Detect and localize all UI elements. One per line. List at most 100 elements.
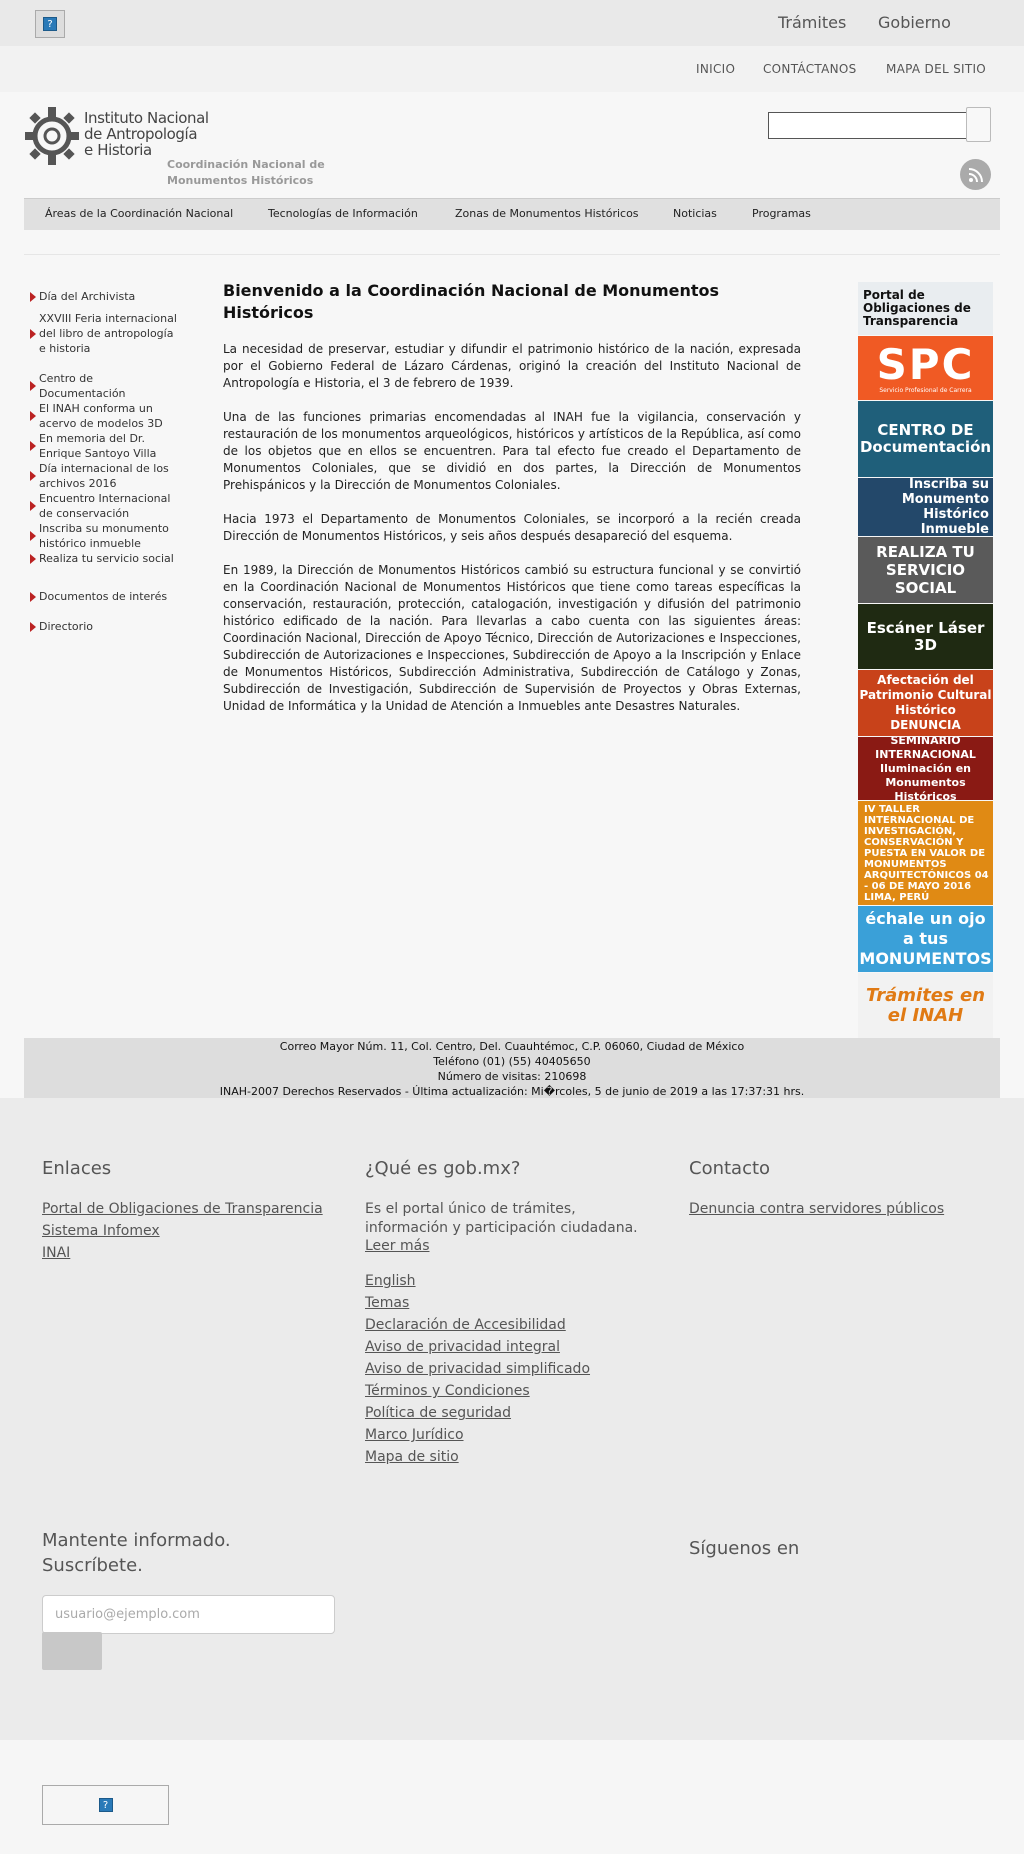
sidebar-item-modelos-3d[interactable]: El INAH conforma un acervo de modelos 3D [28, 401, 178, 431]
footer-title-enlaces: Enlaces [42, 1158, 112, 1179]
banner-subtext: Servicio Profesional de Carrera [879, 386, 972, 394]
secondary-nav: INICIO CONTÁCTANOS MAPA DEL SITIO [0, 46, 1024, 92]
banner-centro-documentacion[interactable]: CENTRO DE Documentación [858, 401, 993, 477]
footer-address: Correo Mayor Núm. 11, Col. Centro, Del. … [279, 1040, 745, 1053]
subtitle-line: Coordinación Nacional de [167, 158, 325, 171]
footer-visits: Número de visitas: 210698 [437, 1070, 587, 1083]
menu-item-noticias[interactable]: Noticias [673, 207, 717, 220]
logo-line: Instituto Nacional [84, 109, 209, 127]
banner-servicio-social[interactable]: REALIZA TU SERVICIO SOCIAL [858, 537, 993, 603]
newsletter-title-line: Mantente informado. [42, 1530, 231, 1551]
divider [24, 254, 1000, 255]
footer-phone: Teléfono (01) (55) 40405650 [433, 1055, 591, 1068]
footer-link-transparencia[interactable]: Portal de Obligaciones de Transparencia [42, 1201, 323, 1217]
nav-link-mapa-sitio[interactable]: MAPA DEL SITIO [886, 62, 986, 76]
footer-link-inai[interactable]: INAI [42, 1245, 70, 1261]
sidebar-item-encuentro-conservacion[interactable]: Encuentro Internacional de conservación [28, 491, 178, 521]
newsletter-email-input[interactable]: usuario@ejemplo.com [42, 1595, 335, 1634]
footer-link-accesibilidad[interactable]: Declaración de Accesibilidad [365, 1317, 566, 1333]
main-menu: Áreas de la Coordinación Nacional Tecnol… [24, 198, 1000, 230]
gob-footer: Enlaces Portal de Obligaciones de Transp… [0, 1098, 1024, 1740]
footer-link-privacidad-simplificado[interactable]: Aviso de privacidad simplificado [365, 1361, 590, 1377]
logo-line: de Antropología [84, 125, 198, 143]
footer-copyright: INAH-2007 Derechos Reservados - Última a… [219, 1085, 805, 1098]
search-button[interactable] [966, 107, 991, 142]
banner-text: IV TALLER INTERNACIONAL DE INVESTIGACIÓN… [864, 803, 989, 903]
nav-link-contactanos[interactable]: CONTÁCTANOS [763, 62, 857, 76]
sidebar-item-memoria-santoyo[interactable]: En memoria del Dr. Enrique Santoyo Villa [28, 431, 178, 461]
menu-item-zonas[interactable]: Zonas de Monumentos Históricos [455, 207, 639, 220]
banner-transparencia[interactable]: Portal de Obligaciones de Transparencia [858, 282, 993, 335]
banner-inscriba-monumento[interactable]: Inscriba su Monumento Histórico Inmueble [858, 478, 993, 536]
site-footer: Correo Mayor Núm. 11, Col. Centro, Del. … [24, 1038, 1000, 1098]
inah-emblem-icon [25, 107, 79, 165]
sidebar-item-centro-documentacion[interactable]: Centro de Documentación [28, 371, 178, 401]
inah-logo-text: Instituto Nacional de Antropología e His… [84, 110, 209, 158]
banner-escaner-laser[interactable]: Escáner Láser 3D [858, 604, 993, 669]
footer-link-english[interactable]: English [365, 1273, 416, 1289]
menu-item-programas[interactable]: Programas [752, 207, 811, 220]
article-paragraph: Una de las funciones primarias encomenda… [223, 410, 801, 492]
sidebar-item-dia-archivos[interactable]: Día internacional de los archivos 2016 [28, 461, 178, 491]
banner-text: REALIZA TU SERVICIO SOCIAL [876, 543, 975, 597]
banner-text: échale un ojo a tus MONUMENTOS [859, 909, 992, 968]
banner-text: Trámites en el INAH [865, 984, 986, 1026]
main-article: Bienvenido a la Coordinación Nacional de… [223, 280, 801, 732]
banner-text: Escáner Láser 3D [866, 618, 985, 654]
sidebar-item-servicio-social[interactable]: Realiza tu servicio social [28, 551, 178, 566]
logo-line: e Historia [84, 141, 152, 159]
footer-que-es-text: Es el portal único de trámites, informac… [365, 1201, 638, 1236]
banner-taller-internacional[interactable]: IV TALLER INTERNACIONAL DE INVESTIGACIÓN… [858, 801, 993, 905]
footer-title-siguenos: Síguenos en [689, 1538, 800, 1559]
article-paragraph: Hacia 1973 el Departamento de Monumentos… [223, 512, 801, 543]
page-title: Bienvenido a la Coordinación Nacional de… [223, 281, 720, 322]
footer-link-mapa-sitio[interactable]: Mapa de sitio [365, 1449, 459, 1465]
sidebar-item-directorio[interactable]: Directorio [28, 619, 178, 634]
banner-text: Afectación del Patrimonio Cultural Histó… [859, 673, 992, 732]
banner-text: Inscriba su Monumento Histórico Inmueble [901, 478, 989, 536]
banner-echale-ojo[interactable]: échale un ojo a tus MONUMENTOS [858, 906, 993, 972]
footer-link-seguridad[interactable]: Política de seguridad [365, 1405, 511, 1421]
nav-link-inicio[interactable]: INICIO [696, 62, 735, 76]
newsletter-title-line: Suscríbete. [42, 1555, 143, 1576]
footer-link-denuncia[interactable]: Denuncia contra servidores públicos [689, 1201, 944, 1217]
footer-title-que-es: ¿Qué es gob.mx? [365, 1158, 521, 1179]
footer-link-leer-mas[interactable]: Leer más [365, 1238, 430, 1254]
article-paragraph: La necesidad de preservar, estudiar y di… [223, 342, 801, 390]
rss-icon[interactable] [960, 159, 991, 190]
gob-logo[interactable]: ? [35, 10, 65, 38]
footer-link-marco-juridico[interactable]: Marco Jurídico [365, 1427, 464, 1443]
subtitle-line: Monumentos Históricos [167, 174, 314, 187]
menu-item-tecnologias[interactable]: Tecnologías de Información [268, 207, 418, 220]
menu-item-areas[interactable]: Áreas de la Coordinación Nacional [45, 207, 233, 220]
footer-link-terminos[interactable]: Términos y Condiciones [365, 1383, 530, 1399]
article-paragraph: En 1989, la Dirección de Monumentos Hist… [223, 563, 801, 713]
newsletter-title: Mantente informado. Suscríbete. [42, 1528, 231, 1578]
banner-text: Portal de Obligaciones de Transparencia [863, 288, 971, 328]
gob-top-bar: ? Trámites Gobierno [0, 0, 1024, 46]
rss-glyph-icon [968, 167, 983, 182]
banner-text: SEMINARIO INTERNACIONAL Iluminación en M… [875, 737, 976, 800]
footer-link-temas[interactable]: Temas [365, 1295, 409, 1311]
footer-link-infomex[interactable]: Sistema Infomex [42, 1223, 160, 1239]
search-input[interactable] [768, 112, 967, 139]
footer-link-privacidad-integral[interactable]: Aviso de privacidad integral [365, 1339, 560, 1355]
banner-text: SPC [876, 339, 975, 389]
footer-title-contacto: Contacto [689, 1158, 771, 1179]
sidebar-item-documentos[interactable]: Documentos de interés [28, 589, 178, 604]
banner-text: CENTRO DE Documentación [859, 421, 992, 456]
sidebar-item-dia-archivista[interactable]: Día del Archivista [28, 289, 178, 304]
site-subtitle: Coordinación Nacional de Monumentos Hist… [167, 157, 325, 189]
sidebar-item-inscriba-monumento[interactable]: Inscriba su monumento histórico inmueble [28, 521, 178, 551]
newsletter-submit-button[interactable] [42, 1632, 102, 1670]
sidebar-item-feria-libro[interactable]: XXVIII Feria internacional del libro de … [28, 311, 178, 356]
banner-seminario[interactable]: SEMINARIO INTERNACIONAL Iluminación en M… [858, 737, 993, 800]
banner-denuncia[interactable]: Afectación del Patrimonio Cultural Histó… [858, 670, 993, 736]
nav-link-gobierno[interactable]: Gobierno [878, 13, 951, 32]
broken-image-icon: ? [43, 17, 57, 31]
banner-tramites-inah[interactable]: Trámites en el INAH [858, 973, 993, 1038]
bottom-bar: ? [0, 1740, 1024, 1854]
nav-link-tramites[interactable]: Trámites [778, 13, 846, 32]
banner-spc[interactable]: SPC Servicio Profesional de Carrera [858, 336, 993, 400]
gob-footer-logo[interactable]: ? [42, 1785, 169, 1825]
